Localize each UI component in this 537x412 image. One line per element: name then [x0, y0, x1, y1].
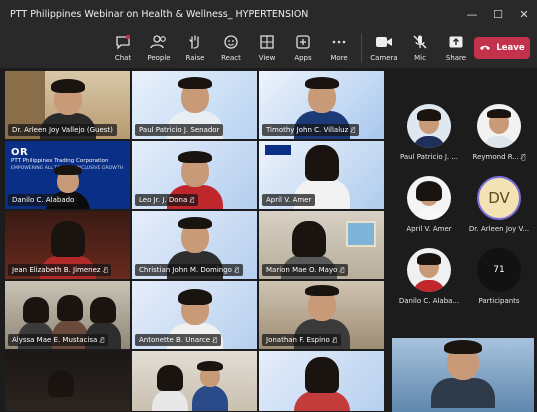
participant-avatar[interactable]: DV Dr. Arleen Joy V... [464, 176, 534, 233]
participant-name: Alyssa Mae E. Mustacisa 🎙̸ [8, 334, 109, 346]
mic-muted-icon: 🎙̸ [521, 153, 526, 161]
leave-button[interactable]: Leave [474, 37, 530, 59]
view-button[interactable]: View [249, 28, 285, 68]
mic-muted-icon: 🎙̸ [100, 336, 105, 344]
participants-count-button[interactable]: 71 Participants [464, 248, 534, 305]
people-icon [150, 33, 168, 51]
participant-avatar[interactable]: Danilo C. Alaba... [394, 248, 464, 305]
raise-hand-button[interactable]: Raise [177, 28, 213, 68]
react-icon [222, 33, 240, 51]
raise-hand-icon [186, 33, 204, 51]
mic-muted-icon [411, 33, 429, 51]
video-tile[interactable]: Leo Jr. J. Dona 🎙̸ [131, 140, 258, 210]
participant-name: Antonette B. Unarce 🎙̸ [135, 334, 221, 346]
chat-icon [114, 33, 132, 51]
video-tile[interactable] [4, 350, 131, 412]
mic-muted-icon: 🎙̸ [234, 266, 239, 274]
share-button[interactable]: Share [438, 28, 474, 68]
mic-label: Mic [414, 54, 426, 62]
chat-label: Chat [114, 54, 132, 62]
title-bar: PTT Philippines Webinar on Health & Well… [0, 0, 537, 28]
participant-count: 71 [477, 248, 521, 292]
window-title: PTT Philippines Webinar on Health & Well… [10, 8, 309, 20]
camera-icon [375, 33, 393, 51]
participant-name: Reymond R... 🎙̸ [472, 153, 526, 161]
participant-name: Paul Patricio J. ... [399, 153, 459, 161]
react-label: React [221, 54, 241, 62]
mic-muted-icon: 🎙̸ [213, 336, 217, 344]
apps-icon [294, 33, 312, 51]
mic-muted-icon: 🎙̸ [340, 266, 345, 274]
participant-name: Leo Jr. J. Dona 🎙̸ [135, 194, 199, 206]
maximize-button[interactable]: ☐ [485, 8, 511, 21]
mic-muted-icon: 🎙̸ [332, 336, 337, 344]
participant-name: Danilo C. Alaba... [398, 297, 460, 305]
participant-avatar[interactable]: Paul Patricio J. ... [394, 104, 464, 161]
close-button[interactable]: ✕ [511, 8, 537, 21]
camera-button[interactable]: Camera [366, 28, 402, 68]
phone-hangup-icon [479, 43, 491, 54]
toolbar-divider [361, 33, 362, 63]
participant-name: Paul Patricio J. Senador [135, 124, 224, 136]
video-grid: Dr. Arleen Joy Vallejo (Guest) Paul Patr… [4, 70, 385, 412]
video-tile[interactable]: Dr. Arleen Joy Vallejo (Guest) [4, 70, 131, 140]
video-tile[interactable]: Marion Mae O. Mayo 🎙̸ [258, 210, 385, 280]
meeting-toolbar: Chat People Raise React View Apps More C… [0, 28, 537, 68]
meeting-stage: Dr. Arleen Joy Vallejo (Guest) Paul Patr… [0, 68, 537, 412]
participant-name: Marion Mae O. Mayo 🎙̸ [262, 264, 349, 276]
video-tile[interactable]: Jean Elizabeth B. Jimenez 🎙̸ [4, 210, 131, 280]
video-tile[interactable]: Jonathan F. Espino 🎙̸ [258, 280, 385, 350]
participant-name: Dr. Arleen Joy Vallejo (Guest) [8, 124, 117, 136]
video-tile[interactable]: OR PTT Philippines Trading Corporation E… [4, 140, 131, 210]
initials-avatar: DV [477, 176, 521, 220]
mic-muted-icon: 🎙̸ [103, 266, 108, 274]
company-name: PTT Philippines Trading Corporation [11, 158, 109, 164]
react-button[interactable]: React [213, 28, 249, 68]
video-tile[interactable] [131, 350, 258, 412]
more-icon [330, 33, 348, 51]
mic-muted-icon: 🎙̸ [351, 126, 356, 134]
participant-name: Danilo C. Alabado [8, 194, 79, 206]
leave-label: Leave [496, 43, 525, 53]
video-tile[interactable]: Paul Patricio J. Senador [131, 70, 258, 140]
video-tile[interactable]: April V. Amer [258, 140, 385, 210]
more-label: More [330, 54, 348, 62]
minimize-button[interactable]: — [459, 8, 485, 21]
participant-name: April V. Amer [262, 194, 316, 206]
share-icon [447, 33, 465, 51]
raise-label: Raise [185, 54, 205, 62]
participant-name: Jonathan F. Espino 🎙̸ [262, 334, 341, 346]
view-label: View [258, 54, 276, 62]
people-label: People [147, 54, 171, 62]
video-tile[interactable]: Alyssa Mae E. Mustacisa 🎙̸ [4, 280, 131, 350]
video-tile[interactable] [258, 350, 385, 412]
company-logo: OR [11, 147, 29, 158]
chat-button[interactable]: Chat [105, 28, 141, 68]
video-tile[interactable]: Christian John M. Domingo 🎙̸ [131, 210, 258, 280]
camera-label: Camera [370, 54, 398, 62]
video-tile[interactable]: Timothy John C. Villaluz 🎙̸ [258, 70, 385, 140]
participant-avatar[interactable]: Reymond R... 🎙̸ [464, 104, 534, 161]
more-button[interactable]: More [321, 28, 357, 68]
participant-name: Jean Elizabeth B. Jimenez 🎙̸ [8, 264, 112, 276]
view-grid-icon [258, 33, 276, 51]
apps-label: Apps [294, 54, 312, 62]
participants-label: Participants [478, 297, 520, 305]
people-button[interactable]: People [141, 28, 177, 68]
mic-muted-icon: 🎙̸ [190, 196, 195, 204]
video-tile[interactable]: Antonette B. Unarce 🎙̸ [131, 280, 258, 350]
mic-button[interactable]: Mic [402, 28, 438, 68]
share-label: Share [445, 54, 467, 62]
participant-name: Dr. Arleen Joy V... [468, 225, 530, 233]
participant-name: Timothy John C. Villaluz 🎙̸ [262, 124, 360, 136]
apps-button[interactable]: Apps [285, 28, 321, 68]
participant-name: April V. Amer [406, 225, 452, 233]
participant-avatar[interactable]: April V. Amer [394, 176, 464, 233]
self-view-video[interactable] [392, 338, 534, 412]
participant-name: Christian John M. Domingo 🎙̸ [135, 264, 243, 276]
